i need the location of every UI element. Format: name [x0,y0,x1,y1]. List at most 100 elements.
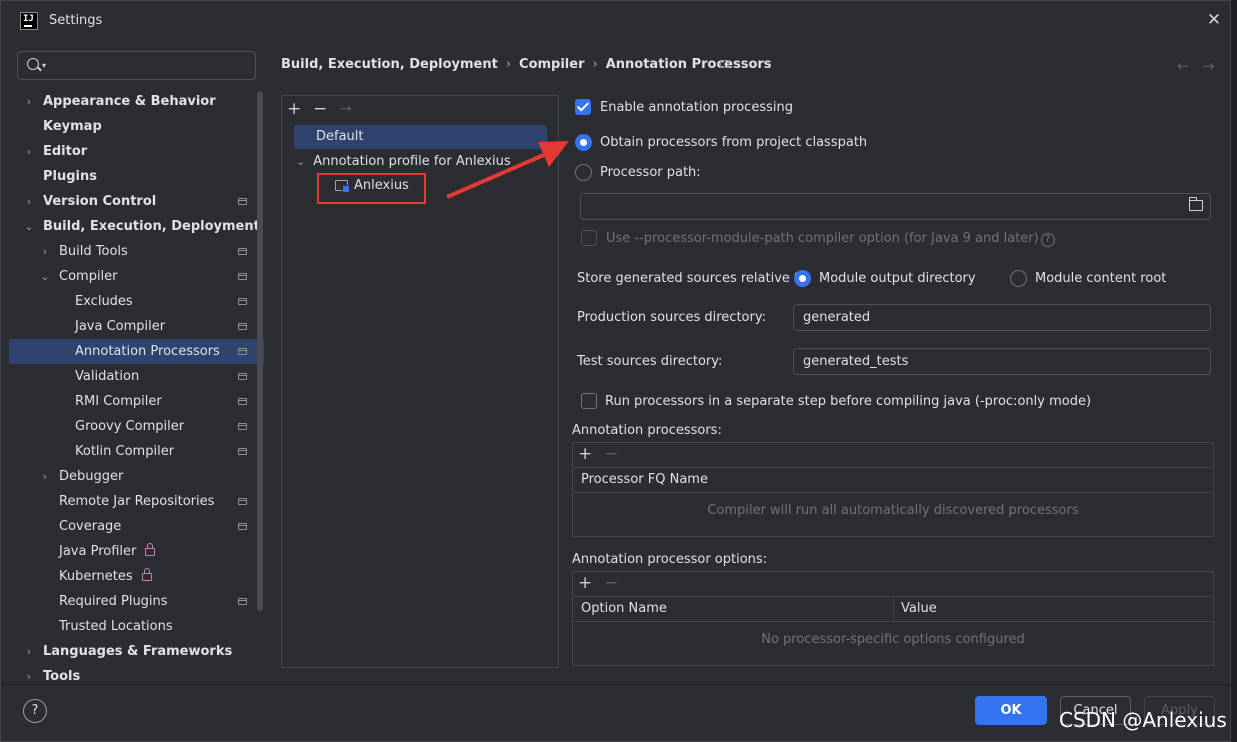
sidebar-item-coverage[interactable]: Coverage [9,514,264,539]
add-icon[interactable]: + [578,444,592,464]
remove-icon[interactable]: − [604,573,618,593]
remove-icon[interactable]: − [604,444,618,464]
processor-path-label: Processor path: [600,165,701,180]
add-icon[interactable]: + [578,573,592,593]
sidebar-item-tools[interactable]: › Tools [9,664,264,689]
sidebar-item-label: Java Profiler [59,544,137,559]
module-content-radio[interactable] [1010,270,1027,287]
sidebar-item-languages[interactable]: › Languages & Frameworks [9,639,264,664]
sidebar-item-label: RMI Compiler [75,394,162,409]
background-edge [1231,0,1237,742]
sidebar-item-annotation-processors[interactable]: Annotation Processors [9,339,264,364]
chevron-right-icon: › [26,95,32,108]
test-dir-field[interactable]: generated_tests [793,348,1211,375]
project-scope-icon [720,60,729,68]
sidebar-item-trusted-locations[interactable]: Trusted Locations [9,614,264,639]
watermark: CSDN @Anlexius [1059,708,1227,732]
project-scope-icon [238,373,247,380]
obtain-classpath-label: Obtain processors from project classpath [600,135,868,150]
help-button[interactable]: ? [23,699,47,723]
project-scope-icon [238,248,247,255]
sidebar-item-rmi-compiler[interactable]: RMI Compiler [9,389,264,414]
sidebar-item-compiler[interactable]: ⌄ Compiler [9,264,264,289]
sidebar-item-java-profiler[interactable]: Java Profiler [9,539,264,564]
sidebar-item-label: Groovy Compiler [75,419,185,434]
footer-divider [1,684,1232,685]
close-icon[interactable]: ✕ [1203,9,1225,31]
sidebar-item-label: Validation [75,369,140,384]
enable-annotation-checkbox[interactable] [575,99,591,115]
column-header[interactable]: Value [901,597,937,621]
obtain-classpath-radio[interactable] [575,134,592,151]
sidebar-scrollbar[interactable] [257,91,263,611]
chevron-right-icon: › [42,470,48,483]
sidebar-item-label: Excludes [75,294,133,309]
processor-path-radio[interactable] [575,164,592,181]
chevron-down-icon: ⌄ [24,220,34,233]
project-scope-icon [238,423,247,430]
column-header[interactable]: Option Name [581,597,667,621]
chevron-right-icon: › [26,645,32,658]
sidebar-item-keymap[interactable]: Keymap [9,114,264,139]
chevron-right-icon: › [42,245,48,258]
module-path-checkbox[interactable] [581,230,597,246]
sidebar-item-label: Kotlin Compiler [75,444,175,459]
enable-annotation-label: Enable annotation processing [600,100,793,115]
processors-table-title: Annotation processors: [572,423,722,438]
help-icon[interactable]: ? [1040,233,1055,247]
project-scope-icon [238,598,247,605]
sidebar-item-label: Version Control [43,194,157,209]
sidebar-item-editor[interactable]: › Editor [9,139,264,164]
sidebar-item-kubernetes[interactable]: Kubernetes [9,564,264,589]
sidebar-item-plugins[interactable]: Plugins [9,164,264,189]
module-output-radio[interactable] [794,270,811,287]
settings-sidebar: › Appearance & Behavior Keymap › Editor Pl… [9,89,264,684]
move-arrow-icon[interactable]: → [340,101,352,117]
production-dir-field[interactable]: generated [793,304,1211,331]
sidebar-item-groovy-compiler[interactable]: Groovy Compiler [9,414,264,439]
window-title: Settings [49,13,103,28]
module-output-label: Module output directory [819,271,976,286]
settings-dialog: IJ Settings ✕ ▾ › Appearance & Behavior K… [0,0,1232,742]
test-dir-label: Test sources directory: [577,354,723,369]
ok-button[interactable]: OK [975,696,1047,725]
sidebar-item-label: Annotation Processors [75,344,220,359]
project-scope-icon [238,348,247,355]
breadcrumb-item[interactable]: Build, Execution, Deployment [281,57,498,72]
processors-toolbar: + − [573,443,1213,468]
chevron-right-icon: › [26,195,32,208]
search-input[interactable]: ▾ [17,51,256,80]
sidebar-item-label: Kubernetes [59,569,133,584]
separate-step-checkbox[interactable] [581,393,597,409]
sidebar-item-remote-jar[interactable]: Remote Jar Repositories [9,489,264,514]
processor-path-field[interactable] [580,193,1211,220]
sidebar-item-debugger[interactable]: › Debugger [9,464,264,489]
breadcrumb-separator: › [592,57,598,72]
annotation-arrow-icon [446,141,569,199]
sidebar-item-appearance[interactable]: › Appearance & Behavior [9,89,264,114]
forward-arrow-icon[interactable]: → [1202,57,1215,75]
back-arrow-icon[interactable]: ← [1177,57,1190,75]
project-scope-icon [238,198,247,205]
browse-folder-icon[interactable] [1189,197,1203,211]
sidebar-item-build-tools[interactable]: › Build Tools [9,239,264,264]
remove-icon[interactable]: − [313,99,327,119]
breadcrumb-item[interactable]: Compiler [519,57,584,72]
highlight-box [317,173,426,204]
sidebar-item-required-plugins[interactable]: Required Plugins [9,589,264,614]
sidebar-item-build-execution[interactable]: ⌄ Build, Execution, Deployment [9,214,264,239]
project-scope-icon [238,298,247,305]
sidebar-item-java-compiler[interactable]: Java Compiler [9,314,264,339]
project-scope-icon [238,398,247,405]
add-icon[interactable]: + [287,99,301,119]
sidebar-item-validation[interactable]: Validation [9,364,264,389]
search-icon [27,58,39,70]
chevron-right-icon: › [26,670,32,683]
sidebar-item-version-control[interactable]: › Version Control [9,189,264,214]
sidebar-item-excludes[interactable]: Excludes [9,289,264,314]
separate-step-label: Run processors in a separate step before… [605,394,1092,409]
sidebar-item-kotlin-compiler[interactable]: Kotlin Compiler [9,439,264,464]
lock-icon [141,568,152,581]
sidebar-item-label: Coverage [59,519,122,534]
column-header[interactable]: Processor FQ Name [581,468,708,492]
